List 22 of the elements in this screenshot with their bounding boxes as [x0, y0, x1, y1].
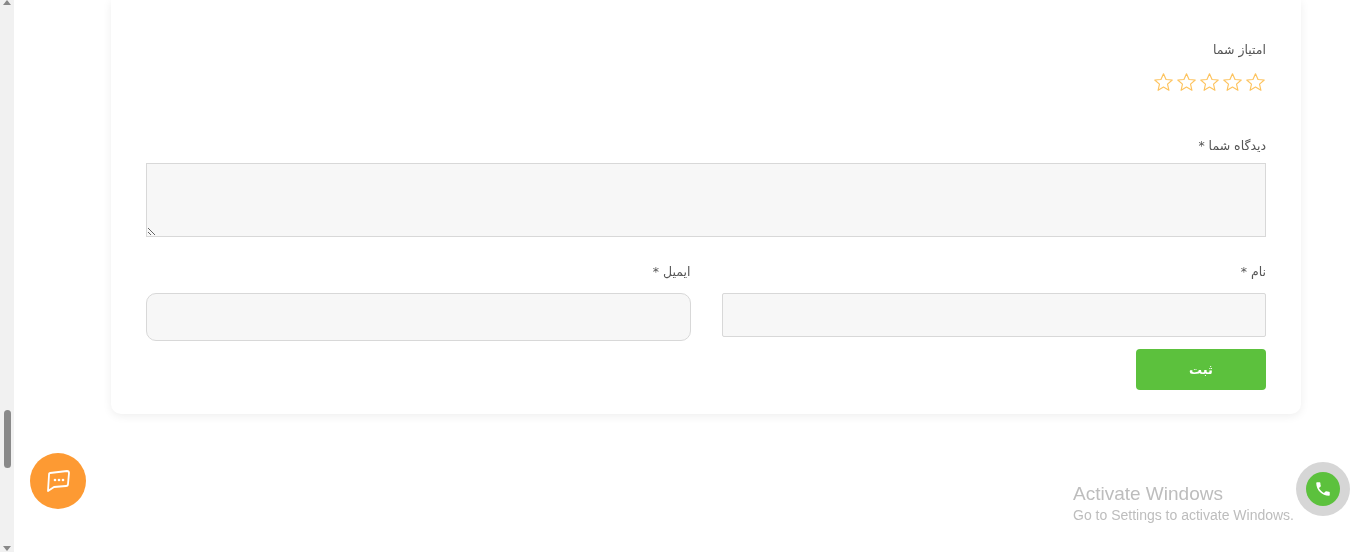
input-field[interactable]: [146, 293, 691, 341]
field-label: نام *: [1239, 263, 1266, 281]
star-icon[interactable]: [1176, 72, 1197, 93]
star-icon[interactable]: [1245, 72, 1266, 93]
phone-icon: [1314, 480, 1332, 498]
comment-label: دیدگاه شما *: [1197, 137, 1266, 155]
scroll-up-icon[interactable]: [3, 0, 11, 6]
chat-icon: [45, 469, 71, 493]
scrollbar-thumb[interactable]: [3, 410, 11, 468]
star-icon[interactable]: [1153, 72, 1174, 93]
input-field[interactable]: [721, 293, 1266, 337]
chat-button[interactable]: [30, 453, 86, 509]
star-icon[interactable]: [1222, 72, 1243, 93]
field-label: ایمیل *: [651, 263, 691, 281]
submit-button[interactable]: ثبت: [1136, 349, 1266, 390]
comment-field[interactable]: [146, 163, 1266, 237]
call-button[interactable]: [1296, 462, 1350, 516]
activation-message: Go to Settings to activate Windows.: [1073, 506, 1294, 525]
scroll-down-icon[interactable]: [3, 546, 11, 552]
activation-title: Activate Windows: [1073, 483, 1224, 505]
star-icon[interactable]: [1199, 72, 1220, 93]
rating-label: امتیاز شما: [1211, 41, 1266, 59]
